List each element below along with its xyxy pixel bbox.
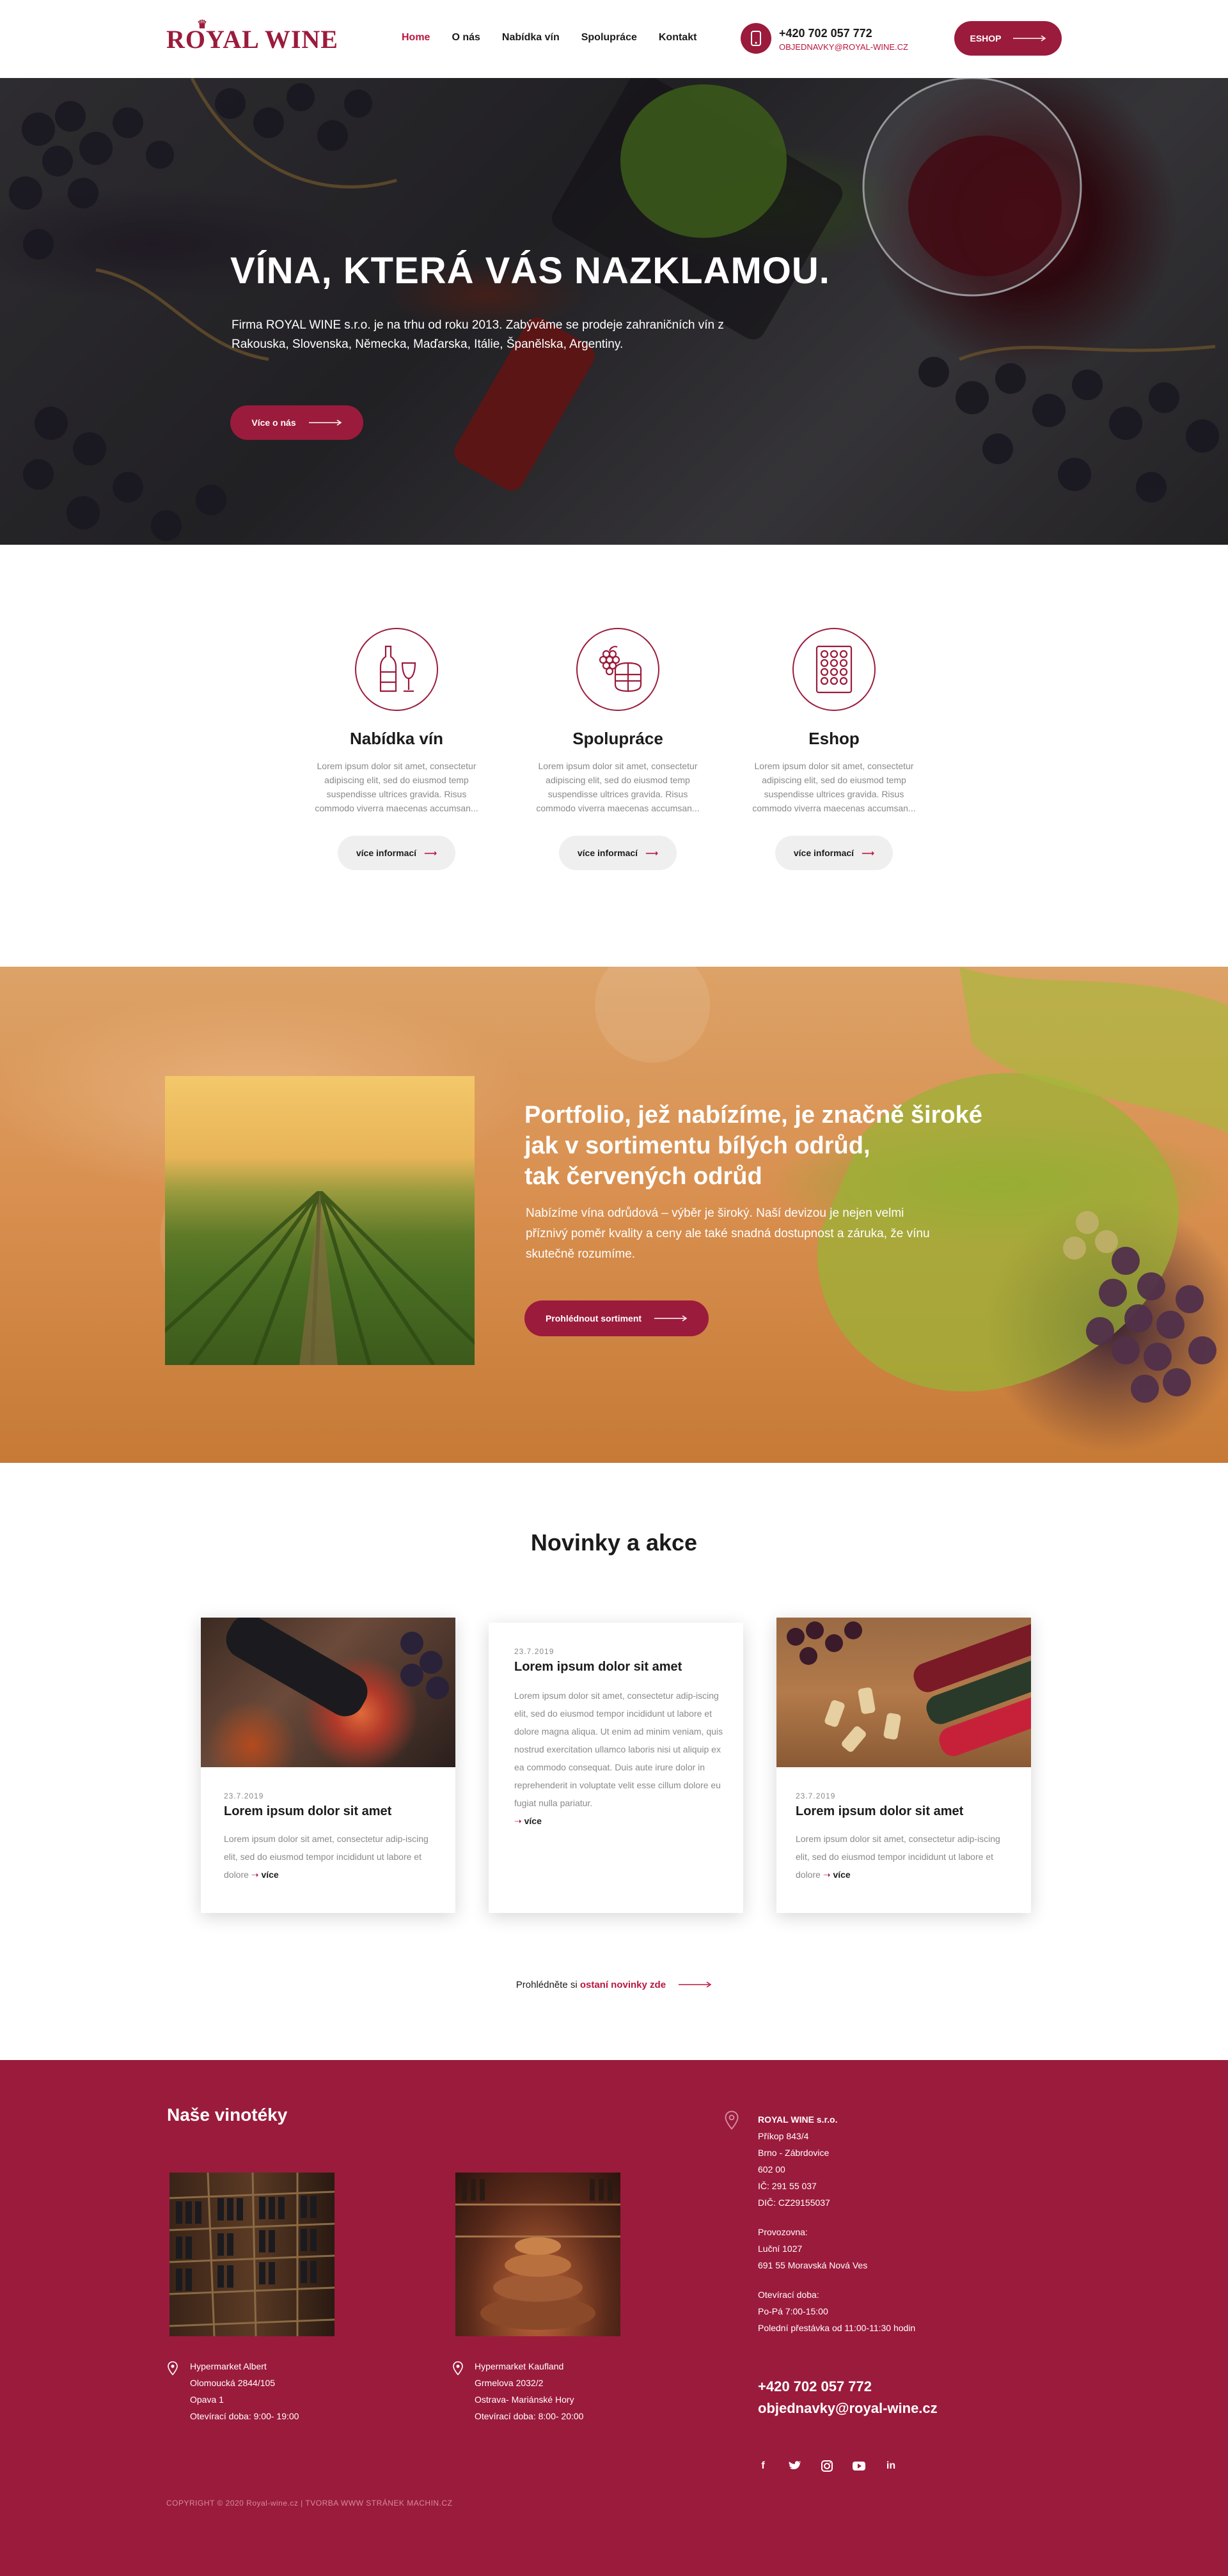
nav-cooperation[interactable]: Spolupráce <box>581 32 637 43</box>
more-info-button[interactable]: více informací ⟶ <box>559 836 677 870</box>
location-pin-icon <box>453 2361 463 2375</box>
linkedin-icon[interactable]: in <box>884 2459 898 2473</box>
news-card[interactable]: 23.7.2019 Lorem ipsum dolor sit amet Lor… <box>776 1618 1031 1913</box>
youtube-icon[interactable] <box>852 2459 866 2473</box>
news-text: Lorem ipsum dolor sit amet, consectetur … <box>514 1690 723 1826</box>
nav-home[interactable]: Home <box>402 32 430 43</box>
portfolio-text: Nabízíme vína odrůdová – výběr je široký… <box>526 1206 930 1261</box>
shops-heading: Naše vinotéky <box>167 2105 288 2125</box>
more-news: Prohlédněte si ostaní novinky zde <box>0 1979 1228 1990</box>
news-title[interactable]: Lorem ipsum dolor sit amet <box>796 1804 963 1819</box>
arrow-right-icon: ⟶ <box>424 847 437 858</box>
arrow-right-icon <box>308 419 342 426</box>
service-wines: Nabídka vín Lorem ipsum dolor sit amet, … <box>307 628 486 870</box>
arrow-right-icon: ➝ <box>251 1870 262 1880</box>
location-pin-icon <box>168 2361 178 2375</box>
news-image-wine-bottles <box>776 1618 1031 1767</box>
arrow-right-icon <box>1012 35 1046 42</box>
nav-about[interactable]: O nás <box>452 32 480 43</box>
service-title: Spolupráce <box>572 729 663 748</box>
location-pin-icon <box>725 2111 739 2130</box>
footer-email[interactable]: objednavky@royal-wine.cz <box>758 2400 938 2417</box>
more-info-button[interactable]: více informací ⟶ <box>775 836 893 870</box>
wine-bottle-glass-icon <box>355 628 438 711</box>
shop-image-albert <box>169 2172 335 2337</box>
news-date: 23.7.2019 <box>796 1791 836 1800</box>
arrow-right-icon: ➝ <box>823 1870 833 1880</box>
main-nav: Home O nás Nabídka vín Spolupráce Kontak… <box>402 32 697 43</box>
more-link[interactable]: více <box>833 1870 850 1880</box>
service-text: Lorem ipsum dolor sit amet, consectetur … <box>536 761 700 813</box>
news-date: 23.7.2019 <box>514 1647 555 1656</box>
header-phone[interactable]: +420 702 057 772 <box>779 27 872 40</box>
arrow-right-icon <box>654 1315 688 1322</box>
company-info: ROYAL WINE s.r.o. Příkop 843/4 Brno - Zá… <box>758 2114 916 2333</box>
phone-icon[interactable] <box>741 23 771 54</box>
instagram-icon[interactable] <box>820 2459 834 2473</box>
shop-image-kaufland <box>455 2173 620 2336</box>
more-info-button[interactable]: více informací ⟶ <box>338 836 455 870</box>
crown-icon: ♛ <box>197 18 209 31</box>
about-button[interactable]: Více o nás <box>230 405 363 440</box>
hero-background-image <box>0 78 1228 545</box>
arrow-right-icon: ➝ <box>514 1816 524 1826</box>
twitter-icon[interactable] <box>788 2459 802 2473</box>
more-link[interactable]: více <box>524 1816 542 1826</box>
more-news-link[interactable]: ostaní novinky zde <box>580 1979 666 1990</box>
hero-banner: VÍNA, KTERÁ VÁS NAZKLAMOU. Firma ROYAL W… <box>0 78 1228 545</box>
header-email[interactable]: OBJEDNAVKY@ROYAL-WINE.CZ <box>779 42 908 52</box>
service-eshop: Eshop Lorem ipsum dolor sit amet, consec… <box>744 628 924 870</box>
wine-rack-icon <box>792 628 876 711</box>
news-image-wine-pour <box>201 1618 455 1767</box>
news-title[interactable]: Lorem ipsum dolor sit amet <box>514 1660 682 1674</box>
news-heading: Novinky a akce <box>530 1529 698 1556</box>
news-card[interactable]: 23.7.2019 Lorem ipsum dolor sit amet Lor… <box>201 1618 455 1913</box>
shop-info-albert: Hypermarket Albert Olomoucká 2844/105 Op… <box>190 2361 299 2421</box>
service-title: Eshop <box>808 729 860 748</box>
news-card[interactable]: 23.7.2019 Lorem ipsum dolor sit amet Lor… <box>489 1623 743 1913</box>
hero-text: Firma ROYAL WINE s.r.o. je na trhu od ro… <box>232 318 724 351</box>
service-cooperation: Spolupráce Lorem ipsum dolor sit amet, c… <box>528 628 707 870</box>
arrow-right-icon: ⟶ <box>862 847 875 858</box>
shop-info-kaufland: Hypermarket Kaufland Grmelova 2032/2 Ost… <box>475 2361 584 2421</box>
logo[interactable]: ♛ ROYAL WINE <box>166 18 338 54</box>
nav-contact[interactable]: Kontakt <box>659 32 697 43</box>
arrow-right-icon: ⟶ <box>645 847 659 858</box>
hero-title: VÍNA, KTERÁ VÁS NAZKLAMOU. <box>230 250 830 292</box>
service-text: Lorem ipsum dolor sit amet, consectetur … <box>752 761 916 813</box>
news-text: Lorem ipsum dolor sit amet, consectetur … <box>224 1834 429 1880</box>
vineyard-image <box>165 1076 475 1365</box>
news-title[interactable]: Lorem ipsum dolor sit amet <box>224 1804 391 1819</box>
copyright: COPYRIGHT © 2020 Royal-wine.cz | TVORBA … <box>166 2499 453 2508</box>
grapes-barrel-icon <box>576 628 659 711</box>
arrow-right-icon <box>679 1981 712 1988</box>
news-text: Lorem ipsum dolor sit amet, consectetur … <box>796 1834 1000 1880</box>
footer-phone[interactable]: +420 702 057 772 <box>758 2378 872 2395</box>
nav-wines[interactable]: Nabídka vín <box>502 32 560 43</box>
news-date: 23.7.2019 <box>224 1791 264 1800</box>
service-title: Nabídka vín <box>350 729 443 748</box>
eshop-button[interactable]: ESHOP <box>954 21 1062 56</box>
facebook-icon[interactable]: f <box>756 2459 770 2473</box>
more-link[interactable]: více <box>261 1870 278 1880</box>
browse-assortment-button[interactable]: Prohlédnout sortiment <box>524 1300 709 1336</box>
social-links: f in <box>756 2459 898 2473</box>
portfolio-title: Portfolio, jež nabízíme, je značně širok… <box>524 1102 982 1190</box>
service-text: Lorem ipsum dolor sit amet, consectetur … <box>315 761 478 813</box>
site-header: ♛ ROYAL WINE Home O nás Nabídka vín Spol… <box>0 0 1228 78</box>
